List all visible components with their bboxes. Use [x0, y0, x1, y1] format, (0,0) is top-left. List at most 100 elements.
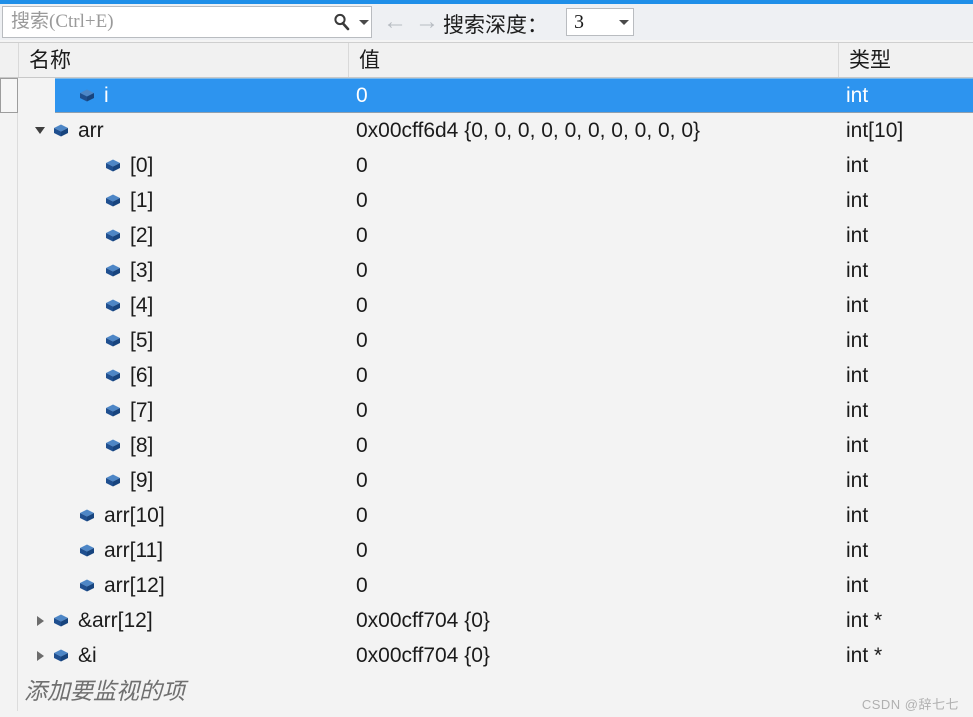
row-name-text: i: [104, 84, 109, 107]
collapse-triangle-icon[interactable]: [30, 113, 50, 148]
table-row[interactable]: [9] 0 int: [0, 463, 973, 498]
field-cube-icon: [102, 428, 124, 463]
add-watch-row[interactable]: 添加要监视的项: [0, 673, 973, 711]
cell-value[interactable]: 0: [356, 323, 838, 358]
back-arrow-button[interactable]: ←: [382, 8, 408, 36]
cell-value[interactable]: 0: [356, 218, 838, 253]
table-row[interactable]: &arr[12] 0x00cff704 {0} int *: [0, 603, 973, 638]
expand-triangle-icon[interactable]: [30, 603, 50, 638]
cell-name[interactable]: arr[12]: [18, 568, 348, 603]
table-row[interactable]: arr[12] 0 int: [0, 568, 973, 603]
cell-type: int: [846, 504, 869, 527]
cell-name[interactable]: arr: [18, 113, 348, 148]
row-name-text: [4]: [130, 294, 154, 317]
row-gutter: [0, 638, 18, 673]
cell-name[interactable]: [3]: [18, 253, 348, 288]
cell-value[interactable]: 0x00cff704 {0}: [356, 638, 838, 673]
cell-type: int: [846, 84, 869, 107]
add-watch-placeholder[interactable]: 添加要监视的项: [24, 673, 185, 711]
row-name-text: arr[12]: [104, 574, 165, 597]
cell-value[interactable]: 0: [356, 428, 838, 463]
cell-value[interactable]: 0: [356, 78, 838, 113]
cell-name[interactable]: [5]: [18, 323, 348, 358]
twisty-spacer: [82, 463, 102, 498]
cell-name[interactable]: [1]: [18, 183, 348, 218]
cell-name[interactable]: [2]: [18, 218, 348, 253]
cell-name[interactable]: arr[10]: [18, 498, 348, 533]
cell-name[interactable]: [6]: [18, 358, 348, 393]
field-cube-icon: [76, 533, 98, 568]
table-row[interactable]: arr 0x00cff6d4 {0, 0, 0, 0, 0, 0, 0, 0, 0…: [0, 113, 973, 148]
table-row[interactable]: &i 0x00cff704 {0} int *: [0, 638, 973, 673]
chevron-down-icon[interactable]: [615, 19, 633, 25]
table-row[interactable]: [2] 0 int: [0, 218, 973, 253]
field-cube-icon: [102, 288, 124, 323]
row-name-text: [0]: [130, 154, 154, 177]
cell-value[interactable]: 0: [356, 463, 838, 498]
twisty-spacer: [82, 148, 102, 183]
field-cube-icon: [76, 498, 98, 533]
cell-type: int: [846, 434, 869, 457]
cell-name[interactable]: [8]: [18, 428, 348, 463]
row-name-text: [7]: [130, 399, 154, 422]
cell-value[interactable]: 0: [356, 533, 838, 568]
cell-name[interactable]: [0]: [18, 148, 348, 183]
table-row[interactable]: [7] 0 int: [0, 393, 973, 428]
table-row[interactable]: arr[11] 0 int: [0, 533, 973, 568]
column-header-gutter: [0, 43, 18, 77]
table-row[interactable]: [4] 0 int: [0, 288, 973, 323]
table-row[interactable]: [0] 0 int: [0, 148, 973, 183]
forward-arrow-button[interactable]: →: [414, 8, 440, 36]
table-row[interactable]: [8] 0 int: [0, 428, 973, 463]
cell-value[interactable]: 0: [356, 183, 838, 218]
row-gutter: [0, 183, 18, 218]
cell-name[interactable]: [7]: [18, 393, 348, 428]
cell-value[interactable]: 0: [356, 288, 838, 323]
cell-type: int: [846, 154, 869, 177]
column-header-value[interactable]: 值: [348, 43, 838, 77]
cell-value[interactable]: 0: [356, 358, 838, 393]
search-input[interactable]: [3, 8, 327, 36]
cell-name[interactable]: &i: [18, 638, 348, 673]
cell-value[interactable]: 0: [356, 393, 838, 428]
search-dropdown-icon[interactable]: [357, 7, 371, 37]
cell-value[interactable]: 0: [356, 568, 838, 603]
expand-triangle-icon[interactable]: [30, 638, 50, 673]
cell-value[interactable]: 0: [356, 148, 838, 183]
row-gutter: [0, 78, 18, 113]
search-box[interactable]: [2, 6, 372, 38]
row-gutter: [0, 533, 18, 568]
cell-name[interactable]: arr[11]: [18, 533, 348, 568]
table-row[interactable]: [5] 0 int: [0, 323, 973, 358]
field-cube-icon: [50, 603, 72, 638]
cell-value[interactable]: 0: [356, 498, 838, 533]
cell-name[interactable]: [9]: [18, 463, 348, 498]
column-header-type[interactable]: 类型: [838, 43, 973, 77]
search-depth-select[interactable]: 3: [566, 8, 634, 36]
cell-name[interactable]: [4]: [18, 288, 348, 323]
row-gutter: [0, 358, 18, 393]
watermark: CSDN @辞七七: [861, 697, 959, 712]
table-row[interactable]: [1] 0 int: [0, 183, 973, 218]
row-gutter: [0, 218, 18, 253]
cell-type: int: [846, 364, 869, 387]
row-name-text: arr[11]: [104, 539, 164, 562]
column-header-name[interactable]: 名称: [18, 43, 348, 77]
cell-value[interactable]: 0x00cff6d4 {0, 0, 0, 0, 0, 0, 0, 0, 0, 0…: [356, 113, 838, 148]
table-row[interactable]: [6] 0 int: [0, 358, 973, 393]
row-name-text: [6]: [130, 364, 154, 387]
navigation-arrows: ← →: [382, 8, 440, 36]
table-row[interactable]: arr[10] 0 int: [0, 498, 973, 533]
search-icon[interactable]: [327, 7, 357, 37]
cell-name[interactable]: &arr[12]: [18, 603, 348, 638]
cell-name[interactable]: i: [18, 78, 348, 113]
twisty-spacer: [82, 428, 102, 463]
row-name-text: [5]: [130, 329, 154, 352]
row-name-text: [8]: [130, 434, 154, 457]
table-row[interactable]: [3] 0 int: [0, 253, 973, 288]
cell-value[interactable]: 0: [356, 253, 838, 288]
twisty-spacer: [82, 183, 102, 218]
row-gutter: [0, 498, 18, 533]
table-row[interactable]: i 0 int: [0, 78, 973, 113]
cell-value[interactable]: 0x00cff704 {0}: [356, 603, 838, 638]
